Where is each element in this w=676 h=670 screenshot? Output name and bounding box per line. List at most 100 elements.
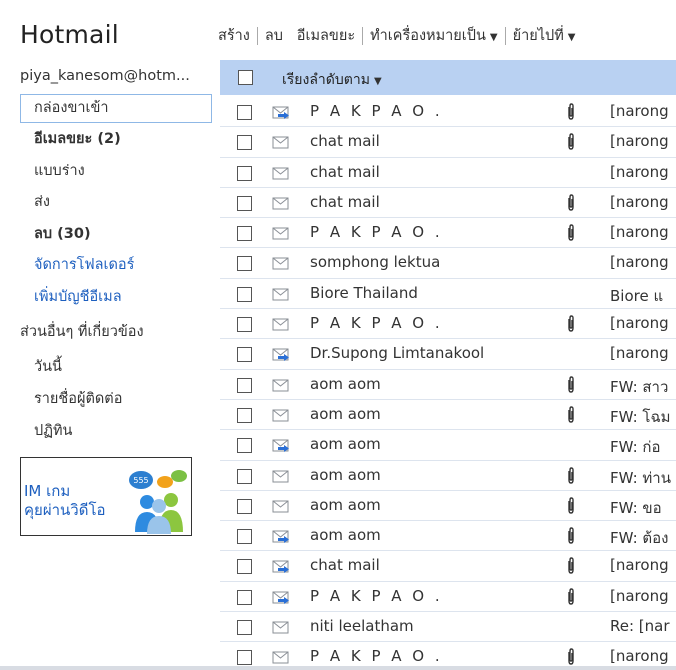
message-row[interactable]: P A K P A O . [narong — [220, 218, 676, 249]
related-item-contacts[interactable]: รายชื่อผู้ติดต่อ — [20, 383, 212, 415]
message-row[interactable]: Biore Thailand Biore แ — [220, 279, 676, 310]
message-subject: FW: สาว — [610, 377, 669, 396]
message-checkbox[interactable] — [237, 498, 252, 514]
folder-inbox[interactable]: กล่องขาเข้า — [20, 94, 212, 123]
mark-as-menu[interactable]: ทำเครื่องหมายเป็น ▼ — [370, 24, 497, 47]
message-row[interactable]: aom aom FW: ต้อง — [220, 521, 676, 552]
chevron-down-icon: ▼ — [489, 32, 498, 43]
message-list-header: เรียงลำดับตาม ▼ — [220, 60, 676, 95]
mark-as-label: ทำเครื่องหมายเป็น — [370, 28, 486, 44]
message-row[interactable]: chat mail [narong — [220, 127, 676, 158]
message-checkbox[interactable] — [237, 135, 252, 151]
message-checkbox[interactable] — [237, 438, 252, 454]
message-sender: aom aom — [310, 374, 381, 393]
message-subject: [narong — [610, 192, 669, 211]
new-button[interactable]: สร้าง — [218, 24, 250, 47]
sort-by-label: เรียงลำดับตาม — [282, 72, 370, 88]
message-checkbox[interactable] — [237, 347, 252, 363]
message-subject: [narong — [610, 132, 669, 151]
message-sender: Biore Thailand — [310, 283, 418, 302]
message-row[interactable]: aom aom FW: ขอ — [220, 491, 676, 522]
message-sender: P A K P A O . — [310, 102, 443, 120]
message-checkbox[interactable] — [237, 226, 252, 242]
paperclip-icon — [568, 406, 574, 423]
move-to-menu[interactable]: ย้ายไปที่ ▼ — [513, 24, 576, 47]
message-checkbox[interactable] — [237, 620, 252, 636]
related-list: วันนี้ รายชื่อผู้ติดต่อ ปฏิทิน — [20, 351, 212, 447]
folder-sent[interactable]: ส่ง — [20, 188, 212, 220]
message-checkbox[interactable] — [237, 559, 252, 575]
message-sender: chat mail — [310, 162, 380, 181]
paperclip-icon — [568, 557, 574, 575]
message-checkbox[interactable] — [237, 407, 252, 423]
envelope-icon — [272, 379, 289, 392]
paperclip-icon — [568, 315, 574, 332]
toolbar-divider — [256, 26, 258, 45]
envelope-icon — [272, 621, 289, 634]
message-row[interactable]: Dr.Supong Limtanakool [narong — [220, 339, 676, 370]
junk-button[interactable]: อีเมลขยะ — [297, 24, 355, 47]
related-item-today[interactable]: วันนี้ — [20, 351, 212, 383]
move-to-label: ย้ายไปที่ — [512, 28, 564, 44]
message-row[interactable]: niti leelatham Re: [nar — [220, 612, 676, 643]
folder-junk[interactable]: อีเมลขยะ (2) — [20, 125, 212, 157]
folder-list: กล่องขาเข้า อีเมลขยะ (2) แบบร่าง ส่ง ลบ … — [20, 94, 212, 314]
envelope-icon — [272, 257, 289, 270]
message-checkbox[interactable] — [237, 589, 252, 605]
message-sender: aom aom — [310, 465, 381, 484]
message-row[interactable]: P A K P A O . [narong — [220, 582, 676, 613]
paperclip-icon — [568, 103, 574, 120]
related-item-calendar[interactable]: ปฏิทิน — [20, 415, 212, 447]
brand-logo[interactable]: Hotmail — [20, 20, 119, 49]
chevron-down-icon: ▼ — [373, 76, 382, 87]
message-checkbox[interactable] — [237, 317, 252, 333]
message-list: P A K P A O . [narong chat mail [narong chat… — [220, 97, 676, 670]
message-row[interactable]: aom aom FW: ก่อ — [220, 430, 676, 461]
message-row[interactable]: chat mail [narong — [220, 551, 676, 582]
message-checkbox[interactable] — [237, 529, 252, 545]
message-row[interactable]: chat mail [narong — [220, 188, 676, 219]
account-name[interactable]: piya_kanesom@hotm... — [20, 68, 190, 84]
messenger-ad-banner[interactable]: IM เกม คุยผ่านวิดีโอ 555 — [20, 457, 192, 536]
message-checkbox[interactable] — [237, 468, 252, 484]
message-subject: FW: โฉม — [610, 407, 671, 426]
folder-drafts[interactable]: แบบร่าง — [20, 157, 212, 189]
message-subject: [narong — [610, 162, 669, 181]
left-pane: Hotmail piya_kanesom@hotm... กล่องขาเข้า… — [0, 0, 218, 670]
message-checkbox[interactable] — [237, 377, 252, 393]
message-sender: chat mail — [310, 132, 380, 151]
message-row[interactable]: aom aom FW: โฉม — [220, 400, 676, 431]
message-row[interactable]: somphong lektua [narong — [220, 248, 676, 279]
envelope-icon — [272, 470, 289, 483]
message-checkbox[interactable] — [237, 256, 252, 272]
message-row[interactable]: chat mail [narong — [220, 158, 676, 188]
envelope-icon — [272, 167, 289, 180]
paperclip-icon — [568, 588, 574, 605]
paperclip-icon — [568, 194, 574, 211]
select-all-checkbox[interactable] — [238, 70, 253, 85]
sort-by-menu[interactable]: เรียงลำดับตาม ▼ — [282, 69, 382, 91]
message-subject: FW: ท่าน — [610, 468, 671, 487]
message-row[interactable]: aom aom FW: สาว — [220, 370, 676, 400]
message-checkbox[interactable] — [237, 165, 252, 181]
manage-folders-link[interactable]: จัดการโฟลเดอร์ — [20, 251, 212, 283]
toolbar-divider — [504, 26, 506, 45]
message-checkbox[interactable] — [237, 650, 252, 666]
delete-button[interactable]: ลบ — [265, 24, 283, 47]
message-sender: aom aom — [310, 495, 381, 514]
message-subject: [narong — [610, 253, 669, 272]
replied-envelope-icon — [272, 348, 289, 362]
message-checkbox[interactable] — [237, 105, 252, 120]
folder-deleted[interactable]: ลบ (30) — [20, 220, 212, 252]
message-sender: P A K P A O . — [310, 647, 443, 666]
envelope-icon — [272, 197, 289, 210]
message-row[interactable]: P A K P A O . [narong — [220, 97, 676, 128]
message-row[interactable]: aom aom FW: ท่าน — [220, 461, 676, 491]
message-checkbox[interactable] — [237, 286, 252, 302]
add-email-account-link[interactable]: เพิ่มบัญชีอีเมล — [20, 283, 212, 315]
message-checkbox[interactable] — [237, 195, 252, 211]
message-row[interactable]: P A K P A O . [narong — [220, 309, 676, 340]
ad-text: IM เกม คุยผ่านวิดีโอ — [24, 482, 106, 520]
envelope-icon — [272, 651, 289, 664]
envelope-icon — [272, 288, 289, 301]
